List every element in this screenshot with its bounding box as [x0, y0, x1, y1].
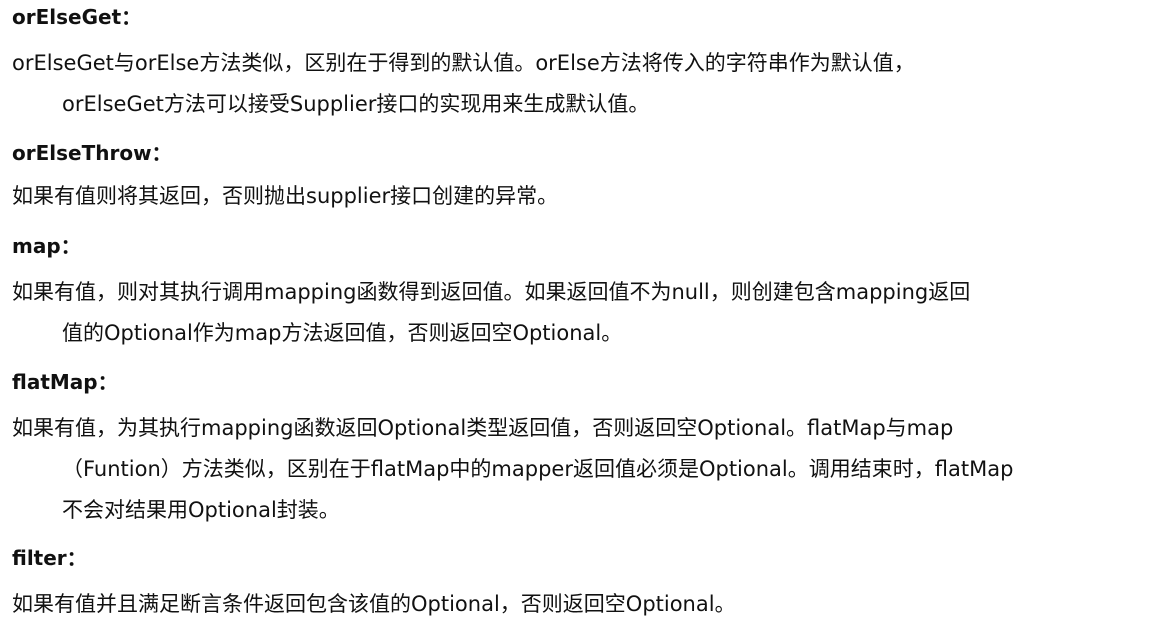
paragraph-line: orElseGet方法可以接受Supplier接口的实现用来生成默认值。: [62, 92, 650, 116]
section-heading-map: map：: [12, 234, 81, 258]
paragraph-line: 如果有值，则对其执行调用mapping函数得到返回值。如果返回值不为null，则…: [12, 280, 971, 304]
section-paragraph-orelseget: orElseGet与orElse方法类似，区别在于得到的默认值。orElse方法…: [12, 43, 915, 125]
section-paragraph-orelsethrow: 如果有值则将其返回，否则抛出supplier接口创建的异常。: [12, 176, 558, 217]
section-paragraph-filter: 如果有值并且满足断言条件返回包含该值的Optional，否则返回空Optiona…: [12, 584, 736, 625]
paragraph-line: （Funtion）方法类似，区别在于flatMap中的mapper返回值必须是O…: [62, 457, 1014, 481]
paragraph-line: 不会对结果用Optional封装。: [62, 498, 340, 522]
section-paragraph-flatmap: 如果有值，为其执行mapping函数返回Optional类型返回值，否则返回空O…: [12, 408, 1013, 531]
paragraph-line: 如果有值并且满足断言条件返回包含该值的Optional，否则返回空Optiona…: [12, 592, 736, 616]
section-heading-flatmap: flatMap：: [12, 370, 118, 394]
section-heading-orelsethrow: orElseThrow：: [12, 141, 172, 165]
paragraph-line: orElseGet与orElse方法类似，区别在于得到的默认值。orElse方法…: [12, 51, 915, 75]
paragraph-line: 如果有值则将其返回，否则抛出supplier接口创建的异常。: [12, 184, 559, 208]
section-paragraph-map: 如果有值，则对其执行调用mapping函数得到返回值。如果返回值不为null，则…: [12, 272, 970, 354]
paragraph-line: 值的Optional作为map方法返回值，否则返回空Optional。: [62, 321, 623, 345]
section-heading-orelseget: orElseGet：: [12, 5, 142, 29]
section-heading-filter: filter：: [12, 546, 87, 570]
paragraph-line: 如果有值，为其执行mapping函数返回Optional类型返回值，否则返回空O…: [12, 416, 954, 440]
